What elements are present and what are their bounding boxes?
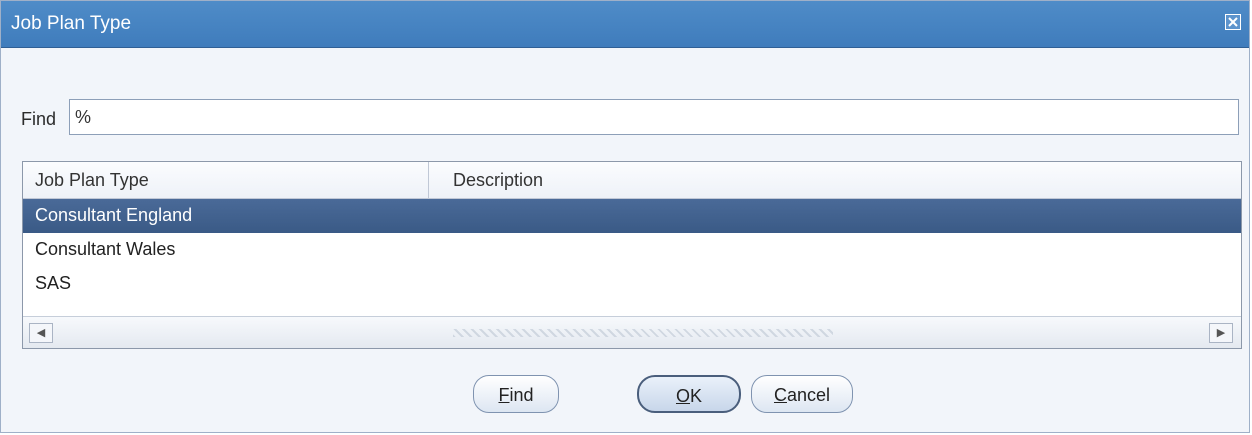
- dialog-title: Job Plan Type: [11, 13, 132, 34]
- row-job-plan-type: Consultant England: [35, 205, 193, 225]
- cancel-button[interactable]: Cancel: [751, 375, 853, 413]
- table-row[interactable]: SAS: [23, 267, 1241, 301]
- column-divider[interactable]: [428, 162, 429, 198]
- close-icon[interactable]: [1225, 14, 1241, 30]
- find-button-mnemonic: F: [498, 385, 510, 405]
- cancel-button-label: ancel: [786, 385, 831, 405]
- table-row[interactable]: Consultant Wales: [23, 233, 1241, 267]
- ok-button-label: K: [690, 386, 703, 406]
- find-button[interactable]: Find: [473, 375, 559, 413]
- table-row[interactable]: Consultant England: [23, 199, 1241, 233]
- find-input[interactable]: [69, 99, 1239, 135]
- ok-button-mnemonic: O: [675, 386, 690, 406]
- ok-button[interactable]: OK: [637, 375, 741, 413]
- row-job-plan-type: SAS: [35, 273, 72, 293]
- dialog-titlebar[interactable]: Job Plan Type: [1, 1, 1249, 48]
- find-button-label: ind: [509, 385, 534, 405]
- lov-dialog: Job Plan Type Find Job Plan Type Descrip…: [0, 0, 1250, 433]
- left-arrow-icon[interactable]: ◀: [29, 323, 53, 343]
- horizontal-scrollbar[interactable]: ◀ ▶: [23, 316, 1241, 348]
- cancel-button-mnemonic: C: [773, 385, 787, 405]
- column-header-job-plan-type[interactable]: Job Plan Type: [35, 170, 149, 191]
- close-icon-glyph: [1228, 17, 1238, 27]
- scroll-thumb[interactable]: [453, 329, 833, 337]
- results-list[interactable]: Job Plan Type Description Consultant Eng…: [22, 161, 1242, 349]
- row-job-plan-type: Consultant Wales: [35, 239, 176, 259]
- find-label: Find: [21, 109, 57, 129]
- column-header-description[interactable]: Description: [453, 170, 543, 191]
- right-arrow-icon[interactable]: ▶: [1209, 323, 1233, 343]
- list-header: Job Plan Type Description: [23, 162, 1241, 199]
